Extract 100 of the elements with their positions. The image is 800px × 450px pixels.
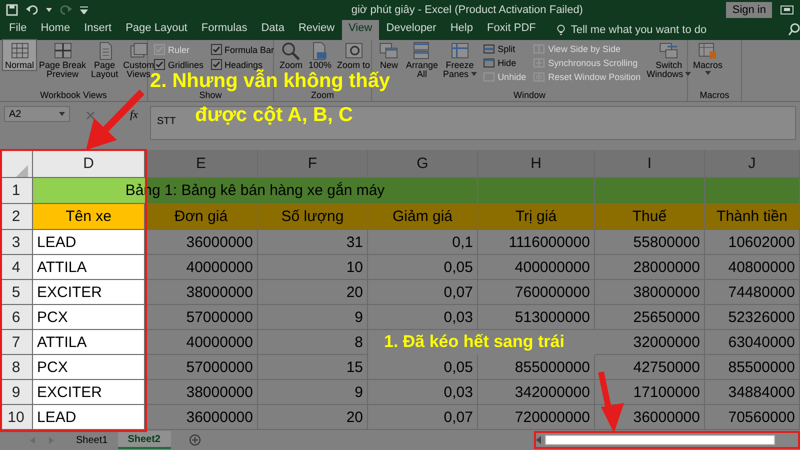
ribbon-tab[interactable]: Insert: [77, 20, 119, 40]
column-title: Giảm giá: [368, 204, 478, 230]
column-header[interactable]: J: [705, 150, 800, 178]
ribbon-tab[interactable]: Page Layout: [118, 20, 194, 40]
row-header[interactable]: 10: [0, 405, 33, 430]
ribbon-button[interactable]: Arrange All: [404, 40, 440, 79]
group-label: Show: [199, 90, 222, 101]
table-cell: 25650000: [595, 305, 705, 330]
table-cell: PCX: [33, 355, 145, 380]
row-header[interactable]: 4: [0, 255, 33, 280]
ribbon-button[interactable]: New: [375, 40, 403, 70]
row-header[interactable]: 5: [0, 280, 33, 305]
search-prompt[interactable]: Tell me what you want to do: [570, 24, 707, 36]
ribbon-tab[interactable]: Developer: [379, 20, 444, 40]
table-cell: PCX: [33, 305, 145, 330]
table-cell: 855000000: [478, 355, 595, 380]
ribbon-tab[interactable]: Help: [443, 20, 480, 40]
column-header[interactable]: I: [595, 150, 705, 178]
ribbon-button[interactable]: Hide: [482, 58, 526, 68]
ribbon-button[interactable]: Normal: [3, 40, 36, 70]
table-cell: 57000000: [145, 355, 258, 380]
annotation-text: 2. Nhưng vẫn không thấy: [150, 71, 390, 91]
group-label: Zoom: [310, 90, 334, 101]
column-title: Thành tiền: [705, 204, 800, 230]
row-header[interactable]: 1: [0, 178, 33, 204]
table-cell: 10602000: [705, 230, 800, 255]
table-cell: 10: [258, 255, 368, 280]
table-cell: ATTILA: [33, 255, 145, 280]
ribbon-tab[interactable]: Foxit PDF: [480, 20, 543, 40]
ribbon-button[interactable]: Macros: [691, 40, 725, 75]
sheet-tab[interactable]: Sheet1: [66, 431, 118, 449]
table-cell: 513000000: [478, 305, 595, 330]
column-title: Tên xe: [33, 204, 145, 230]
ribbon-tab[interactable]: File: [2, 20, 34, 40]
annotation-text: được cột A, B, C: [195, 103, 353, 127]
group-label: Window: [512, 90, 546, 101]
column-header[interactable]: D: [33, 150, 145, 178]
table-cell: 0,03: [368, 305, 478, 330]
table-cell: 40800000: [705, 255, 800, 280]
ribbon-tab[interactable]: Data: [254, 20, 292, 40]
cell-reference: A2: [9, 108, 22, 120]
table-cell: EXCITER: [33, 280, 145, 305]
ribbon-button[interactable]: Page Layout: [89, 40, 120, 79]
table-cell: 0,05: [368, 355, 478, 380]
table-cell: 52326000: [705, 305, 800, 330]
ribbon-button[interactable]: Split: [482, 44, 526, 54]
table-cell: 55800000: [595, 230, 705, 255]
table-cell: 63040000: [705, 330, 800, 355]
table-cell: 36000000: [145, 230, 258, 255]
sheet-tab[interactable]: Sheet2: [118, 431, 170, 449]
table-cell: 8: [258, 330, 368, 355]
checkbox-label: Headings: [224, 60, 263, 70]
table-cell: 34884000: [705, 380, 800, 405]
table-cell: 38000000: [595, 280, 705, 305]
table-cell: 38000000: [145, 380, 258, 405]
table-cell: 342000000: [478, 380, 595, 405]
table-cell: 57000000: [145, 305, 258, 330]
ribbon-button[interactable]: Zoom to: [335, 40, 372, 70]
formula-text[interactable]: STT: [156, 116, 176, 127]
table-cell: 9: [258, 380, 368, 405]
sign-in-button[interactable]: Sign in: [726, 2, 772, 18]
table-cell: 20: [258, 280, 368, 305]
column-header[interactable]: H: [478, 150, 595, 178]
row-header[interactable]: 7: [0, 330, 33, 355]
row-header[interactable]: 6: [0, 305, 33, 330]
table-cell: LEAD: [33, 230, 145, 255]
ribbon-tab[interactable]: View: [342, 20, 380, 40]
table-cell: 32000000: [595, 330, 705, 355]
group-label: Macros: [698, 90, 730, 101]
ribbon-tab[interactable]: Review: [291, 20, 342, 40]
ribbon-button[interactable]: Page Break Preview: [37, 40, 88, 79]
ribbon-tab[interactable]: Formulas: [194, 20, 254, 40]
table-cell: 31: [258, 230, 368, 255]
table-cell: ATTILA: [33, 330, 145, 355]
table-cell: 0,05: [368, 255, 478, 280]
table-cell: 1116000000: [478, 230, 595, 255]
column-header[interactable]: F: [258, 150, 368, 178]
table-cell: 38000000: [145, 280, 258, 305]
ribbon-tab[interactable]: Home: [34, 20, 78, 40]
row-header[interactable]: 3: [0, 230, 33, 255]
table-cell: 28000000: [595, 255, 705, 280]
row-header[interactable]: 8: [0, 355, 33, 380]
ribbon-button[interactable]: Zoom: [277, 40, 305, 70]
ribbon-button[interactable]: Freeze Panes: [441, 40, 479, 79]
row-header[interactable]: 9: [0, 380, 33, 405]
column-header[interactable]: G: [368, 150, 478, 178]
table-cell: 0,07: [368, 280, 478, 305]
table-cell: 0,03: [368, 380, 478, 405]
name-box[interactable]: A2: [4, 106, 70, 122]
ribbon-button[interactable]: Switch Windows: [644, 40, 694, 79]
table-cell: 15: [258, 355, 368, 380]
insert-function-button[interactable]: fx: [130, 109, 138, 121]
checkbox-label: Gridlines: [168, 60, 204, 70]
ribbon-button[interactable]: 100%: [306, 40, 334, 70]
checkbox-label: Formula Bar: [224, 44, 274, 54]
table-cell: 9: [258, 305, 368, 330]
row-header[interactable]: 2: [0, 204, 33, 230]
table-cell: 74480000: [705, 280, 800, 305]
column-title: Số lượng: [258, 204, 368, 230]
column-header[interactable]: E: [145, 150, 258, 178]
